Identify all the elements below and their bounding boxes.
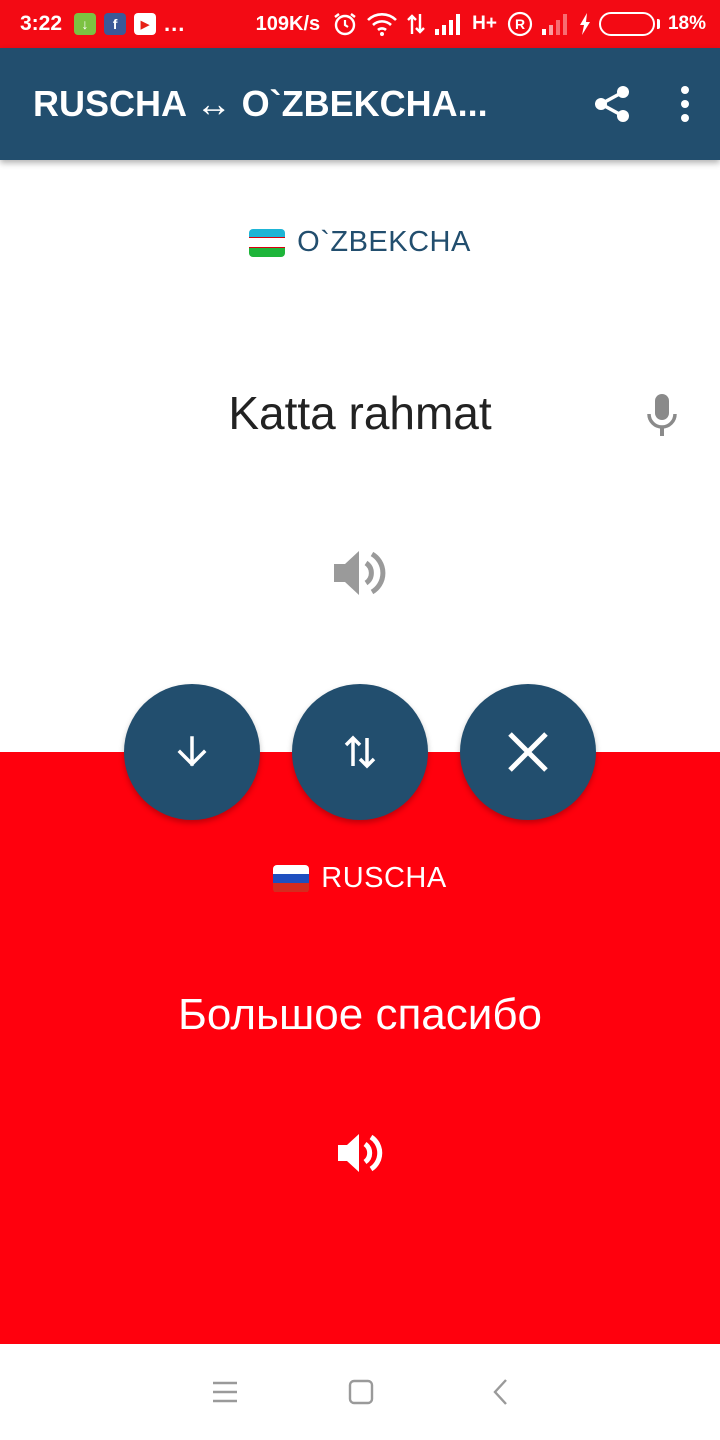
more-options-button[interactable] xyxy=(670,74,700,134)
source-language-selector[interactable]: O`ZBEKCHA xyxy=(0,226,720,259)
close-icon xyxy=(508,732,548,772)
battery-percent: 18% xyxy=(667,13,706,34)
back-icon xyxy=(493,1379,507,1405)
recent-apps-button[interactable] xyxy=(201,1368,249,1416)
source-text[interactable]: Katta rahmat xyxy=(0,386,720,440)
signal-icon xyxy=(434,13,464,35)
microphone-button[interactable] xyxy=(640,390,684,440)
status-time: 3:22 xyxy=(20,12,63,35)
facebook-icon: f xyxy=(104,13,127,35)
alarm-icon xyxy=(332,11,358,37)
charging-icon xyxy=(579,13,591,35)
back-button[interactable] xyxy=(476,1368,524,1416)
speaker-icon xyxy=(338,1134,383,1172)
network-speed: 109K/s xyxy=(255,12,321,35)
wifi-icon xyxy=(366,12,398,36)
move-down-button[interactable] xyxy=(124,684,260,820)
translation-panel xyxy=(0,752,720,1344)
share-button[interactable] xyxy=(582,74,642,134)
battery-icon xyxy=(598,12,668,36)
target-language-selector[interactable]: RUSCHA xyxy=(0,862,720,895)
more-vert-icon xyxy=(681,86,689,122)
swap-languages-button[interactable] xyxy=(292,684,428,820)
youtube-icon: ▶ xyxy=(134,13,157,35)
app-bar: RUSCHA ↔ O`ZBEKCHA... xyxy=(0,48,720,160)
home-icon xyxy=(348,1379,374,1405)
swap-icon xyxy=(344,735,376,769)
microphone-icon xyxy=(647,394,677,436)
more-notifications-indicator: ... xyxy=(164,11,186,36)
network-type: H+ xyxy=(472,13,497,34)
uzbekistan-flag xyxy=(249,228,286,257)
menu-icon xyxy=(213,1381,237,1403)
roaming-label: R xyxy=(515,16,525,32)
home-button[interactable] xyxy=(337,1368,385,1416)
translated-text: Большое спасибо xyxy=(178,990,542,1039)
translation-speak-button[interactable] xyxy=(330,1122,392,1184)
source-speak-button[interactable] xyxy=(327,540,393,606)
app-title: RUSCHA ↔ O`ZBEKCHA... xyxy=(33,83,488,124)
target-language-label: RUSCHA xyxy=(321,862,447,894)
signal-icon xyxy=(541,13,571,35)
share-icon xyxy=(595,86,629,122)
roaming-icon: R xyxy=(507,11,533,37)
source-language-label: O`ZBEKCHA xyxy=(297,226,471,258)
navigation-bar xyxy=(0,1344,720,1440)
clear-button[interactable] xyxy=(460,684,596,820)
download-icon: ↓ xyxy=(74,13,97,35)
status-bar: 3:22 ↓ f ▶ ... 109K/s H+ R 18% xyxy=(0,0,720,48)
data-transfer-icon xyxy=(406,12,426,36)
speaker-icon xyxy=(334,551,386,595)
arrow-down-icon xyxy=(177,736,207,767)
russia-flag xyxy=(273,864,310,893)
